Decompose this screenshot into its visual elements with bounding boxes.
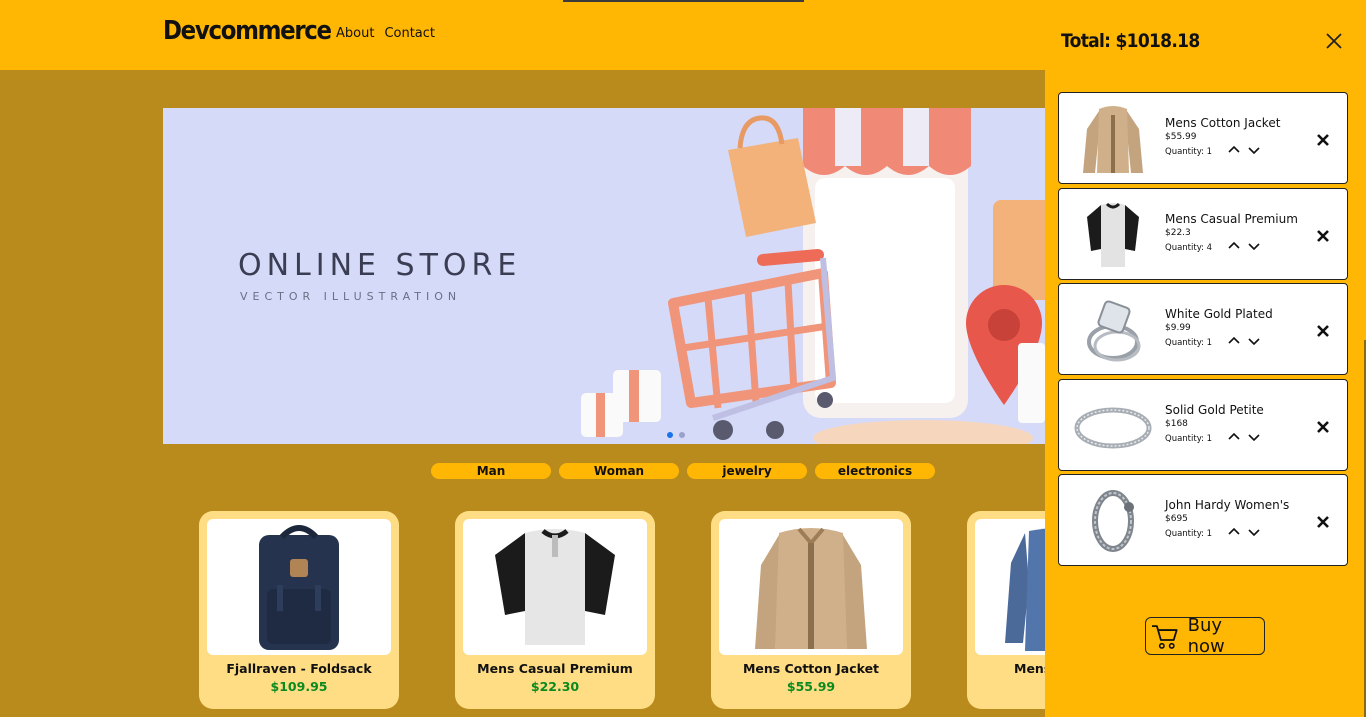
chevron-up-icon[interactable] — [1227, 144, 1241, 154]
main-nav: About Contact — [336, 26, 435, 41]
cart-item-price: $55.99 — [1165, 132, 1197, 142]
category-jewelry-button[interactable]: jewelry — [687, 463, 807, 479]
close-icon[interactable] — [1324, 31, 1344, 51]
product-card[interactable]: Mens Cotton Jacket $55.99 — [711, 511, 911, 709]
category-man-button[interactable]: Man — [431, 463, 551, 479]
cart-item-price: $9.99 — [1165, 323, 1191, 333]
raglan-tshirt-thumbnail — [1087, 202, 1139, 267]
product-name: Mens Cotton Jacket — [742, 661, 880, 676]
cart-item-price: $22.3 — [1165, 228, 1191, 238]
product-price: $55.99 — [786, 679, 836, 694]
remove-item-icon[interactable] — [1316, 324, 1330, 338]
product-card[interactable]: Fjallraven - Foldsack $109.95 — [199, 511, 399, 709]
carousel-dot-active[interactable] — [667, 432, 673, 438]
cotton-jacket-thumbnail — [1083, 106, 1143, 173]
buy-now-label: Buy now — [1187, 615, 1225, 657]
cart-item-quantity: Quantity: 1 — [1165, 147, 1213, 157]
cart-panel: Total: $1018.18 Mens Cotton Jacket $55.9… — [1045, 0, 1366, 717]
chevron-down-icon[interactable] — [1247, 528, 1261, 538]
backpack-image — [207, 519, 391, 655]
chevron-down-icon[interactable] — [1247, 433, 1261, 443]
hero-banner: ONLINE STORE VECTOR ILLUSTRATION — [163, 108, 1045, 444]
product-price: $109.95 — [270, 679, 328, 694]
nav-contact-link[interactable]: Contact — [384, 26, 435, 41]
diamond-ring-thumbnail — [1087, 300, 1141, 362]
band-ring-thumbnail — [1074, 407, 1152, 449]
cart-item: White Gold Plated $9.99 Quantity: 1 — [1058, 283, 1348, 375]
cotton-jacket-image — [719, 519, 903, 655]
cart-item-name: John Hardy Women's — [1165, 498, 1290, 512]
chevron-down-icon[interactable] — [1247, 337, 1261, 347]
chevron-up-icon[interactable] — [1227, 240, 1241, 250]
cart-item-quantity: Quantity: 4 — [1165, 243, 1213, 253]
product-card[interactable]: Mens Casual Premium $22.30 — [455, 511, 655, 709]
category-filters: Man Woman jewelry electronics — [431, 463, 935, 479]
cart-item: Solid Gold Petite $168 Quantity: 1 — [1058, 379, 1348, 471]
raglan-tshirt-image — [463, 519, 647, 655]
cart-item-name: Mens Cotton Jacket — [1165, 116, 1281, 130]
banner-subtitle: VECTOR ILLUSTRATION — [240, 290, 462, 303]
cart-item-name: Solid Gold Petite — [1165, 403, 1264, 417]
carousel-dot[interactable] — [679, 432, 685, 438]
bracelet-thumbnail — [1092, 490, 1134, 552]
remove-item-icon[interactable] — [1316, 133, 1330, 147]
cart-total: Total: $1018.18 — [1061, 30, 1200, 52]
cart-item-name: Mens Casual Premium — [1165, 212, 1298, 226]
cart-item-quantity: Quantity: 1 — [1165, 529, 1213, 539]
cart-item-quantity: Quantity: 1 — [1165, 434, 1213, 444]
chevron-down-icon[interactable] — [1247, 242, 1261, 252]
top-progress-line — [563, 0, 804, 2]
buy-now-button[interactable]: Buy now — [1145, 615, 1265, 657]
cart-item-name: White Gold Plated — [1165, 307, 1273, 321]
chevron-up-icon[interactable] — [1227, 526, 1241, 536]
cart-item: John Hardy Women's $695 Quantity: 1 — [1058, 474, 1348, 566]
cart-item: Mens Casual Premium $22.3 Quantity: 4 — [1058, 188, 1348, 280]
nav-about-link[interactable]: About — [336, 26, 374, 41]
remove-item-icon[interactable] — [1316, 420, 1330, 434]
site-logo[interactable]: Devcommerce — [163, 16, 332, 46]
category-electronics-button[interactable]: electronics — [815, 463, 935, 479]
chevron-up-icon[interactable] — [1227, 431, 1241, 441]
chevron-down-icon[interactable] — [1247, 146, 1261, 156]
cart-item: Mens Cotton Jacket $55.99 Quantity: 1 — [1058, 92, 1348, 184]
cart-item-quantity: Quantity: 1 — [1165, 338, 1213, 348]
banner-title: ONLINE STORE — [238, 248, 522, 283]
product-price: $22.30 — [530, 679, 580, 694]
cart-item-price: $168 — [1165, 419, 1188, 429]
cart-item-price: $695 — [1165, 514, 1188, 524]
shopping-cart-icon — [1151, 625, 1178, 649]
remove-item-icon[interactable] — [1316, 229, 1330, 243]
category-woman-button[interactable]: Woman — [559, 463, 679, 479]
chevron-up-icon[interactable] — [1227, 335, 1241, 345]
remove-item-icon[interactable] — [1316, 515, 1330, 529]
product-name: Mens Casual Premium — [477, 661, 633, 676]
product-name: Fjallraven - Foldsack — [226, 661, 372, 676]
